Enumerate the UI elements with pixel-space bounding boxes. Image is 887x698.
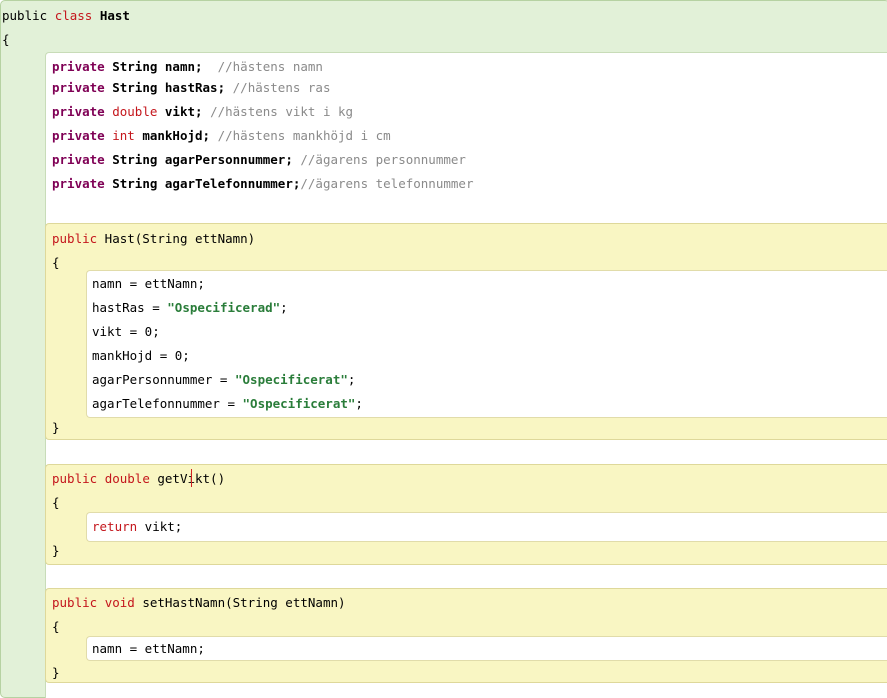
field-line[interactable]: private double vikt; //hästens vikt i kg xyxy=(52,104,353,120)
code-text: vikt = 0; xyxy=(92,324,160,339)
code-text: ; xyxy=(347,372,356,387)
return-type: double xyxy=(104,471,150,486)
return-type: void xyxy=(104,595,135,610)
string-literal: "Ospecificerad" xyxy=(167,300,281,315)
constructor-close-brace[interactable]: } xyxy=(52,420,60,436)
field-comment: //ägarens telefonnummer xyxy=(300,176,474,191)
sethastnamn-body-scope xyxy=(86,636,887,661)
field-modifier: private xyxy=(52,128,105,143)
code-line[interactable]: hastRas = "Ospecificerad"; xyxy=(92,300,288,316)
field-type: String xyxy=(112,80,158,95)
string-literal: "Ospecificerat" xyxy=(235,372,348,387)
code-text: hastRas = xyxy=(92,300,168,315)
field-line[interactable]: private String namn; //hästens namn xyxy=(52,59,323,75)
field-type: String xyxy=(112,152,158,167)
field-modifier: private xyxy=(52,152,105,167)
field-line[interactable]: private String agarTelefonnummer;//ägare… xyxy=(52,176,473,192)
code-line[interactable]: namn = ettNamn; xyxy=(92,641,205,657)
code-text: ; xyxy=(280,300,288,315)
field-name: agarPersonnummer; xyxy=(164,152,293,167)
field-name: namn; xyxy=(164,59,203,74)
code-text: ; xyxy=(355,396,363,411)
code-text: vikt; xyxy=(137,519,183,534)
constructor-declaration[interactable]: public Hast(String ettNamn) xyxy=(52,231,255,247)
class-open-brace[interactable]: { xyxy=(2,32,10,48)
keyword-return: return xyxy=(92,519,138,534)
code-text: mankHojd = 0; xyxy=(92,348,190,363)
method-modifier: public xyxy=(52,471,98,486)
method-close-brace[interactable]: } xyxy=(52,543,60,559)
method-signature: setHastNamn(String ettNamn) xyxy=(134,595,346,610)
field-type: String xyxy=(112,176,158,191)
code-text: agarTelefonnummer = xyxy=(92,396,243,411)
field-type: String xyxy=(112,59,158,74)
code-line[interactable]: agarPersonnummer = "Ospecificerat"; xyxy=(92,372,355,388)
field-comment: //hästens ras xyxy=(225,80,331,95)
method-declaration-sethastnamn[interactable]: public void setHastNamn(String ettNamn) xyxy=(52,595,346,611)
method-modifier: public xyxy=(52,595,98,610)
field-line[interactable]: private String agarPersonnummer; //ägare… xyxy=(52,152,466,168)
code-text: namn = ettNamn; xyxy=(92,276,205,291)
field-line[interactable]: private String hastRas; //hästens ras xyxy=(52,80,330,96)
text-cursor xyxy=(191,469,192,487)
constructor-open-brace[interactable]: { xyxy=(52,255,60,271)
field-comment: //ägarens personnummer xyxy=(292,152,466,167)
string-literal: "Ospecificerat" xyxy=(242,396,356,411)
code-text: namn = ettNamn; xyxy=(92,641,205,656)
class-name: Hast xyxy=(99,8,130,23)
code-line[interactable]: vikt = 0; xyxy=(92,324,160,340)
field-name: mankHojd; xyxy=(142,128,211,143)
keyword-public: public xyxy=(2,8,48,23)
code-line[interactable]: namn = ettNamn; xyxy=(92,276,205,292)
method-close-brace[interactable]: } xyxy=(52,665,60,681)
code-line[interactable]: return vikt; xyxy=(92,519,182,535)
field-name: vikt; xyxy=(164,104,203,119)
code-line[interactable]: agarTelefonnummer = "Ospecificerat"; xyxy=(92,396,363,412)
field-name: agarTelefonnummer; xyxy=(164,176,301,191)
field-modifier: private xyxy=(52,104,105,119)
method-open-brace[interactable]: { xyxy=(52,619,60,635)
field-comment: //hästens mankhöjd i cm xyxy=(210,128,391,143)
method-open-brace[interactable]: { xyxy=(52,495,60,511)
field-modifier: private xyxy=(52,176,105,191)
field-comment: //hästens vikt i kg xyxy=(202,104,354,119)
keyword-class: class xyxy=(54,8,93,23)
constructor-signature: Hast(String ettNamn) xyxy=(97,231,256,246)
code-text: agarPersonnummer = xyxy=(92,372,235,387)
method-modifier: public xyxy=(52,231,98,246)
field-line[interactable]: private int mankHojd; //hästens mankhöjd… xyxy=(52,128,391,144)
field-type: int xyxy=(112,128,135,143)
field-comment: //hästens namn xyxy=(202,59,323,74)
class-declaration[interactable]: public class Hast xyxy=(2,8,130,24)
getvikt-body-scope xyxy=(86,512,887,542)
field-name: hastRas; xyxy=(164,80,226,95)
field-type: double xyxy=(112,104,158,119)
field-modifier: private xyxy=(52,80,105,95)
code-line[interactable]: mankHojd = 0; xyxy=(92,348,190,364)
field-modifier: private xyxy=(52,59,105,74)
method-declaration-getvikt[interactable]: public double getVikt() xyxy=(52,471,225,487)
